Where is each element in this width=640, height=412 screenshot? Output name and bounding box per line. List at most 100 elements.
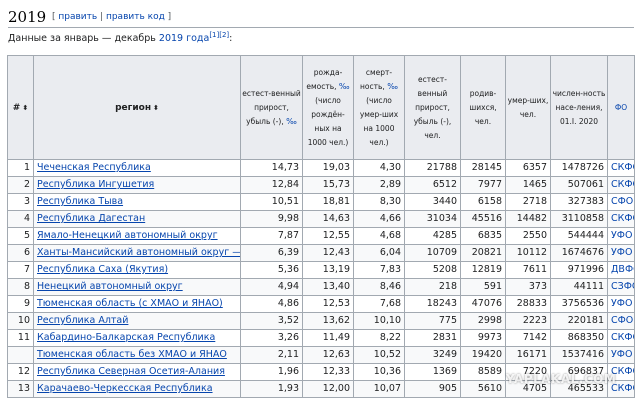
region-name-link[interactable]: Карачаево-Черкесская Республика	[37, 383, 213, 394]
intro-colon: :	[229, 33, 233, 44]
deaths-count-cell: 2718	[505, 193, 551, 211]
region-name-link[interactable]: Республика Тыва	[37, 196, 123, 207]
births-count-cell: 47076	[460, 295, 506, 313]
permille-link[interactable]: ‰	[286, 117, 297, 126]
federal-district-cell: УФО	[607, 295, 635, 313]
federal-district-link[interactable]: СКФО	[611, 332, 634, 343]
region-name-link[interactable]: Тюменская область без ХМАО и ЯНАО	[37, 349, 227, 360]
federal-district-cell: СКФО	[607, 159, 635, 177]
natural-growth-permille-cell: 1,93	[240, 380, 303, 398]
region-name-link[interactable]: Чеченская Республика	[37, 162, 151, 173]
col-header-region[interactable]: регион ⬍	[33, 55, 241, 160]
federal-district-link[interactable]: СКФО	[611, 213, 634, 224]
row-number-cell: 1	[7, 159, 34, 177]
federal-district-link[interactable]: УФО	[611, 349, 632, 360]
population-cell: 327383	[550, 193, 608, 211]
natural-growth-permille-cell: 1,96	[240, 363, 303, 381]
edit-link[interactable]: править	[58, 12, 97, 22]
federal-district-link[interactable]: УФО	[611, 230, 632, 241]
reference-marks: [1][2]	[209, 31, 229, 39]
federal-district-link[interactable]: УФО	[611, 298, 632, 309]
birth-rate-cell: 12,33	[302, 363, 354, 381]
births-count-cell: 19420	[460, 346, 506, 364]
region-name-link[interactable]: Ямало-Ненецкий автономный округ	[37, 230, 218, 241]
region-name-link[interactable]: Республика Северная Осетия-Алания	[37, 366, 225, 377]
death-rate-cell: 2,89	[353, 176, 405, 194]
death-rate-cell: 8,30	[353, 193, 405, 211]
region-name-link[interactable]: Республика Ингушетия	[37, 179, 154, 190]
year-link[interactable]: 2019 года	[159, 33, 209, 44]
federal-district-link[interactable]: СЗФО	[611, 281, 634, 292]
birth-rate-cell: 18,81	[302, 193, 354, 211]
region-name-link[interactable]: Ханты-Мансийский автономный округ — Югра	[37, 247, 240, 258]
natural-growth-abs-cell: 31034	[404, 210, 461, 228]
federal-district-link[interactable]: СФО	[611, 315, 633, 326]
table-row: 3 Республика Тыва 10,51 18,81 8,30 3440 6158 27…	[7, 193, 635, 211]
row-number-cell: 6	[7, 244, 34, 262]
region-name-link[interactable]: Республика Дагестан	[37, 213, 145, 224]
federal-district-link[interactable]: ДВФО	[611, 264, 634, 275]
natural-growth-abs-cell: 2831	[404, 329, 461, 347]
row-number-cell: 2	[7, 176, 34, 194]
edit-code-link[interactable]: править код	[106, 12, 165, 22]
col-header-births[interactable]: родив-шихся, чел.	[460, 55, 506, 160]
table-row: Тюменская область без ХМАО и ЯНАО 2,11 12,…	[7, 346, 635, 364]
births-count-cell: 45516	[460, 210, 506, 228]
federal-district-cell: УФО	[607, 346, 635, 364]
region-name-link[interactable]: Республика Алтай	[37, 315, 128, 326]
region-name-link[interactable]: Республика Саха (Якутия)	[37, 264, 168, 275]
death-rate-cell: 7,68	[353, 295, 405, 313]
federal-district-cell: УФО	[607, 244, 635, 262]
population-cell: 3110858	[550, 210, 608, 228]
federal-district-link[interactable]: СКФО	[611, 162, 634, 173]
col-header-natural-growth-abs[interactable]: естест-венный прирост, убыль (-), чел.	[404, 55, 461, 160]
births-count-cell: 591	[460, 278, 506, 296]
table-row: 1 Чеченская Республика 14,73 19,03 4,30 21788…	[7, 159, 635, 177]
population-cell: 1537416	[550, 346, 608, 364]
region-name-link[interactable]: Ненецкий автономный округ	[37, 281, 183, 292]
row-number-cell: 8	[7, 278, 34, 296]
region-name-link[interactable]: Тюменская область (с ХМАО и ЯНАО)	[37, 298, 223, 309]
ref-2-link[interactable]: [2]	[219, 31, 229, 39]
fo-header-link[interactable]: ФО	[615, 103, 627, 112]
col-header-fo[interactable]: ФО	[607, 55, 635, 160]
header-row: # ⬍ регион ⬍ естест-венный прирост, убыль …	[7, 55, 635, 160]
death-rate-cell: 4,30	[353, 159, 405, 177]
table-row: 10 Республика Алтай 3,52 13,62 10,10 775 2998 2…	[7, 312, 635, 330]
col-header-num[interactable]: # ⬍	[7, 55, 34, 160]
col-header-population[interactable]: числен-ность насе-ления, 01.I. 2020	[550, 55, 608, 160]
death-rate-cell: 8,46	[353, 278, 405, 296]
natural-growth-abs-cell: 3249	[404, 346, 461, 364]
death-rate-cell: 10,10	[353, 312, 405, 330]
federal-district-link[interactable]: СФО	[611, 196, 633, 207]
intro-lead: Данные за январь — декабрь	[8, 33, 159, 44]
natural-growth-permille-cell: 14,73	[240, 159, 303, 177]
natural-growth-abs-cell: 10709	[404, 244, 461, 262]
natural-growth-permille-cell: 4,86	[240, 295, 303, 313]
natural-growth-abs-cell: 775	[404, 312, 461, 330]
permille-link[interactable]: ‰	[387, 82, 398, 91]
births-count-cell: 2998	[460, 312, 506, 330]
permille-link[interactable]: ‰	[339, 82, 350, 91]
natural-growth-permille-cell: 4,94	[240, 278, 303, 296]
population-cell: 544444	[550, 227, 608, 245]
sort-icon[interactable]: ⬍	[22, 104, 28, 112]
federal-district-link[interactable]: СКФО	[611, 179, 634, 190]
region-name-link[interactable]: Кабардино-Балкарская Республика	[37, 332, 215, 343]
region-name-cell: Карачаево-Черкесская Республика	[33, 380, 241, 398]
table-row: 2 Республика Ингушетия 12,84 15,73 2,89 6512 7…	[7, 176, 635, 194]
col-header-natural-growth-permille[interactable]: естест-венный прирост, убыль (-), ‰	[240, 55, 303, 160]
natural-growth-permille-cell: 3,26	[240, 329, 303, 347]
table-row: 8 Ненецкий автономный округ 4,94 13,40 8,46 2…	[7, 278, 635, 296]
federal-district-link[interactable]: УФО	[611, 247, 632, 258]
region-name-cell: Республика Северная Осетия-Алания	[33, 363, 241, 381]
col-header-deaths[interactable]: умер-ших, чел.	[505, 55, 551, 160]
deaths-count-cell: 10112	[505, 244, 551, 262]
sort-icon[interactable]: ⬍	[153, 104, 159, 112]
natural-growth-abs-cell: 18243	[404, 295, 461, 313]
col-header-death-rate[interactable]: смерт-ность, ‰ (число умер-ших на 1000 ч…	[353, 55, 405, 160]
col-header-birth-rate[interactable]: рожда-емость, ‰ (число рождён-ных на 100…	[302, 55, 354, 160]
deaths-count-cell: 14482	[505, 210, 551, 228]
ref-1-link[interactable]: [1]	[209, 31, 219, 39]
birth-rate-cell: 12,53	[302, 295, 354, 313]
